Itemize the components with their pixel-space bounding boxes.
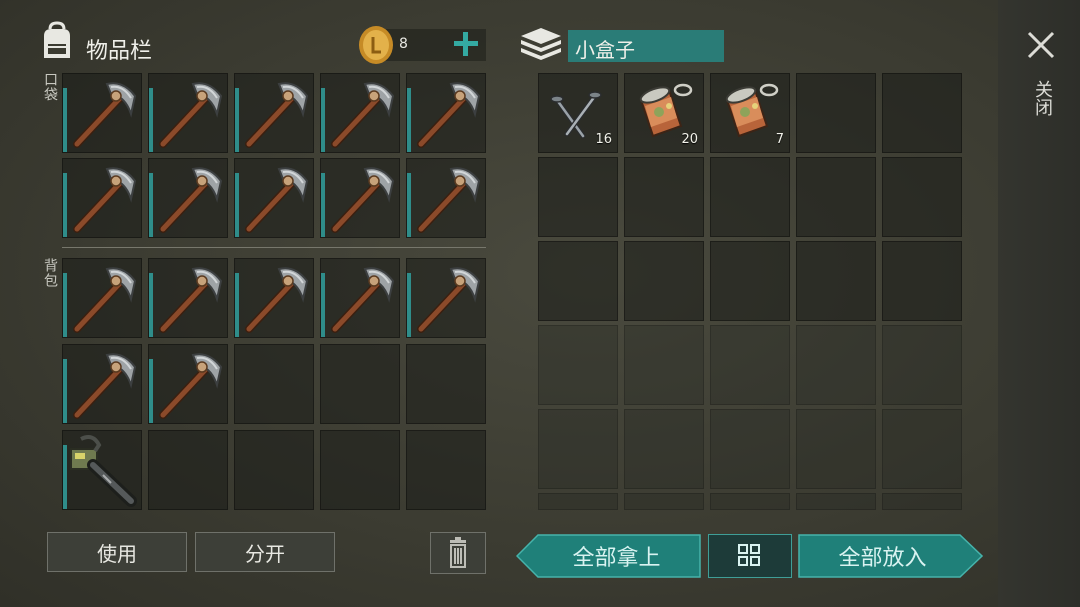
pocket-label: 口袋 bbox=[42, 72, 58, 102]
trash-icon bbox=[450, 537, 466, 568]
container-slot[interactable]: 16 bbox=[538, 73, 618, 153]
pickaxe-icon bbox=[417, 167, 481, 233]
container-slot-empty[interactable] bbox=[624, 241, 704, 321]
pickaxe-icon bbox=[331, 167, 395, 233]
container-slot-empty[interactable] bbox=[538, 241, 618, 321]
backpack-slot[interactable] bbox=[406, 258, 486, 338]
item-count: 16 bbox=[595, 132, 612, 147]
container-slot-empty[interactable] bbox=[882, 157, 962, 237]
pickaxe-icon bbox=[73, 267, 137, 333]
container-slot-empty[interactable] bbox=[796, 241, 876, 321]
pocket-slot[interactable] bbox=[320, 158, 400, 238]
container-slot[interactable]: 7 bbox=[710, 73, 790, 153]
container-slot-empty[interactable] bbox=[710, 157, 790, 237]
pickaxe-icon bbox=[73, 353, 137, 419]
section-divider bbox=[62, 247, 486, 248]
container-slot-locked bbox=[538, 325, 618, 405]
pickaxe-icon bbox=[159, 267, 223, 333]
backpack-slot[interactable] bbox=[234, 258, 314, 338]
backpack-slot[interactable] bbox=[62, 344, 142, 424]
split-button[interactable]: 分开 bbox=[195, 532, 335, 572]
container-slot-locked bbox=[624, 325, 704, 405]
container-slot-locked bbox=[796, 493, 876, 510]
sort-button[interactable] bbox=[708, 534, 792, 578]
pickaxe-icon bbox=[417, 267, 481, 333]
add-coins-button[interactable] bbox=[449, 27, 483, 61]
take-all-label: 全部拿上 bbox=[572, 546, 661, 571]
backpack-slot-empty[interactable] bbox=[406, 430, 486, 510]
container-slot-empty[interactable] bbox=[882, 73, 962, 153]
container-slot-locked bbox=[882, 493, 962, 510]
container-slot-empty[interactable] bbox=[796, 157, 876, 237]
container-slot-locked bbox=[710, 325, 790, 405]
use-button[interactable]: 使用 bbox=[47, 532, 187, 572]
container-slot-locked bbox=[538, 493, 618, 510]
pocket-slot[interactable] bbox=[62, 73, 142, 153]
pickaxe-icon bbox=[73, 82, 137, 148]
container-slot-locked bbox=[796, 325, 876, 405]
delete-button[interactable] bbox=[430, 532, 486, 574]
backpack-slot-empty[interactable] bbox=[148, 430, 228, 510]
pickaxe-icon bbox=[245, 267, 309, 333]
coin-icon bbox=[356, 24, 396, 66]
backpack-slot[interactable] bbox=[320, 258, 400, 338]
container-slot-locked bbox=[710, 493, 790, 510]
pocket-slot[interactable] bbox=[406, 73, 486, 153]
chainsaw-icon bbox=[70, 435, 137, 507]
backpack-icon bbox=[36, 20, 78, 62]
container-slot-empty[interactable] bbox=[538, 157, 618, 237]
pickaxe-icon bbox=[245, 82, 309, 148]
backpack-slot-empty[interactable] bbox=[406, 344, 486, 424]
backpack-slot[interactable] bbox=[148, 344, 228, 424]
pickaxe-icon bbox=[73, 167, 137, 233]
close-icon bbox=[1027, 31, 1055, 59]
container-slot-locked bbox=[624, 409, 704, 489]
put-all-button[interactable]: 全部放入 bbox=[798, 534, 983, 578]
container-slot-locked bbox=[538, 409, 618, 489]
container-slot[interactable]: 20 bbox=[624, 73, 704, 153]
container-slot-locked bbox=[710, 409, 790, 489]
inventory-title: 物品栏 bbox=[86, 39, 153, 64]
backpack-slot[interactable] bbox=[148, 258, 228, 338]
pocket-slot[interactable] bbox=[234, 73, 314, 153]
backpack-slot-empty[interactable] bbox=[234, 344, 314, 424]
pickaxe-icon bbox=[417, 82, 481, 148]
pickaxe-icon bbox=[159, 353, 223, 419]
container-slot-empty[interactable] bbox=[624, 157, 704, 237]
pocket-slot[interactable] bbox=[148, 158, 228, 238]
backpack-label: 背包 bbox=[42, 258, 58, 288]
pocket-slot[interactable] bbox=[234, 158, 314, 238]
box-icon bbox=[518, 24, 564, 64]
coin-count: 8 bbox=[399, 36, 408, 52]
pocket-slot[interactable] bbox=[320, 73, 400, 153]
backpack-slot-empty[interactable] bbox=[320, 344, 400, 424]
grid-icon bbox=[738, 544, 760, 566]
item-count: 7 bbox=[775, 132, 784, 147]
container-slot-locked bbox=[624, 493, 704, 510]
item-count: 20 bbox=[681, 132, 698, 147]
backpack-slot-empty[interactable] bbox=[234, 430, 314, 510]
container-slot-locked bbox=[882, 325, 962, 405]
pickaxe-icon bbox=[245, 167, 309, 233]
container-slot-locked bbox=[796, 409, 876, 489]
container-slot-empty[interactable] bbox=[796, 73, 876, 153]
pickaxe-icon bbox=[159, 167, 223, 233]
pocket-slot[interactable] bbox=[148, 73, 228, 153]
pickaxe-icon bbox=[331, 82, 395, 148]
put-all-label: 全部放入 bbox=[838, 546, 927, 571]
take-all-button[interactable]: 全部拿上 bbox=[516, 534, 701, 578]
pocket-slot[interactable] bbox=[62, 158, 142, 238]
pocket-slot[interactable] bbox=[406, 158, 486, 238]
backpack-slot-empty[interactable] bbox=[320, 430, 400, 510]
container-slot-empty[interactable] bbox=[710, 241, 790, 321]
backpack-slot[interactable] bbox=[62, 430, 142, 510]
container-slot-locked bbox=[882, 409, 962, 489]
close-label: 关闭 bbox=[1032, 80, 1053, 116]
pickaxe-icon bbox=[331, 267, 395, 333]
backpack-slot[interactable] bbox=[62, 258, 142, 338]
pickaxe-icon bbox=[159, 82, 223, 148]
container-slot-empty[interactable] bbox=[882, 241, 962, 321]
container-name: 小盒子 bbox=[575, 38, 635, 62]
close-button[interactable]: 关闭 bbox=[1024, 28, 1058, 128]
